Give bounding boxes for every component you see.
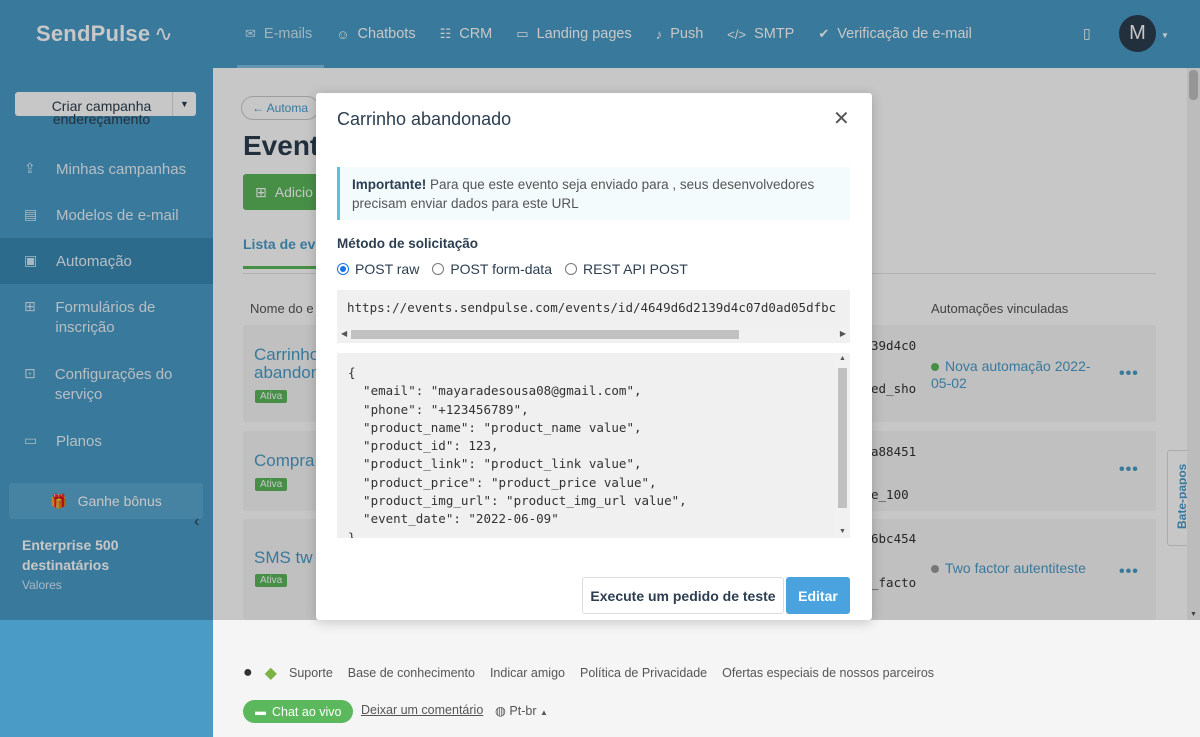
event-modal: Carrinho abandonado ✕ Importante! Para q…	[316, 93, 872, 620]
radio-post-raw[interactable]: POST raw	[337, 261, 419, 277]
important-notice: Importante! Para que este evento seja en…	[337, 167, 850, 220]
edit-button[interactable]: Editar	[786, 577, 850, 614]
url-field[interactable]: https://events.sendpulse.com/events/id/4…	[337, 290, 850, 343]
radio-circle[interactable]	[337, 263, 349, 275]
scroll-up-icon[interactable]: ▲	[839, 355, 846, 362]
globe-icon: ◍	[495, 704, 506, 718]
chat-live-button[interactable]: ▬ Chat ao vivo	[243, 700, 354, 723]
close-icon[interactable]: ✕	[833, 106, 850, 131]
chat-icon: ▬	[255, 705, 266, 718]
radio-label: POST raw	[355, 261, 420, 277]
footer-link-refer-friend[interactable]: Indicar amigo	[490, 666, 565, 680]
language-selector[interactable]: ◍ Pt-br ▲	[495, 703, 548, 718]
run-test-request-button[interactable]: Execute um pedido de teste	[582, 577, 784, 614]
radio-rest-api-post[interactable]: REST API POST	[564, 261, 688, 277]
json-vertical-scrollbar[interactable]: ▲ ▼	[835, 353, 850, 538]
footer: ● ◆ Suporte Base de conhecimento Indicar…	[213, 620, 1200, 737]
leave-comment-link[interactable]: Deixar um comentário	[361, 703, 483, 717]
notice-bold: Importante!	[352, 177, 427, 192]
method-radio-group: POST raw POST form-data REST API POST	[337, 261, 701, 277]
footer-links: ● ◆ Suporte Base de conhecimento Indicar…	[243, 663, 949, 683]
footer-link-support[interactable]: Suporte	[289, 666, 333, 680]
footer-link-partner-offers[interactable]: Ofertas especiais de nossos parceiros	[722, 666, 934, 680]
radio-circle[interactable]	[432, 263, 445, 275]
footer-link-privacy[interactable]: Política de Privacidade	[580, 666, 707, 680]
scrollbar-thumb[interactable]	[838, 368, 847, 508]
scrollbar-thumb[interactable]	[351, 330, 739, 339]
chevron-up-icon: ▲	[539, 708, 548, 717]
modal-title: Carrinho abandonado	[337, 109, 512, 129]
apple-icon[interactable]: ●	[243, 664, 253, 682]
radio-post-form-data[interactable]: POST form-data	[432, 261, 552, 277]
scroll-left-icon[interactable]: ◀	[341, 329, 347, 338]
scroll-down-icon[interactable]: ▼	[839, 528, 846, 535]
footer-link-knowledge-base[interactable]: Base de conhecimento	[348, 666, 475, 680]
radio-label: REST API POST	[582, 261, 688, 277]
radio-circle[interactable]	[564, 263, 577, 275]
json-payload[interactable]: { "email": "mayaradesousa08@gmail.com", …	[337, 353, 850, 538]
language-label: Pt-br	[509, 704, 537, 718]
url-text[interactable]: https://events.sendpulse.com/events/id/4…	[347, 300, 836, 315]
chat-live-label: Chat ao vivo	[272, 704, 342, 719]
scroll-right-icon[interactable]: ▶	[840, 329, 846, 338]
json-text[interactable]: { "email": "mayaradesousa08@gmail.com", …	[348, 364, 687, 538]
radio-label: POST form-data	[450, 261, 552, 277]
url-horizontal-scrollbar[interactable]: ◀ ▶	[337, 327, 850, 341]
android-icon[interactable]: ◆	[265, 663, 277, 683]
method-label: Método de solicitação	[337, 236, 479, 251]
